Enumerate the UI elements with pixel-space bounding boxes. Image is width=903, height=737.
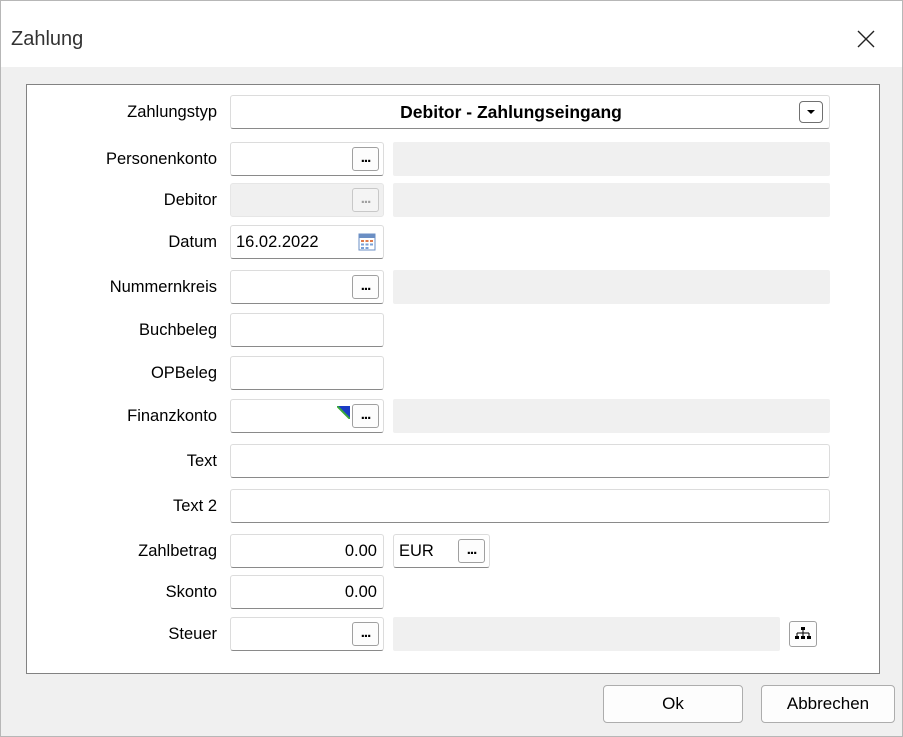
label-datum: Datum <box>168 233 217 251</box>
label-opbeleg: OPBeleg <box>150 364 217 382</box>
row-steuer: Steuer ... <box>27 617 879 651</box>
form-panel: Zahlungstyp Debitor - Zahlungseingang Pe… <box>26 84 880 674</box>
finanzkonto-input[interactable]: ... <box>230 399 384 433</box>
label-personenkonto: Personenkonto <box>106 150 217 168</box>
opbeleg-input[interactable] <box>230 356 384 390</box>
steuer-input[interactable]: ... <box>230 617 384 651</box>
steuer-browse-button[interactable]: ... <box>352 622 379 646</box>
finanzkonto-browse-button[interactable]: ... <box>352 404 379 428</box>
label-text2: Text 2 <box>172 497 217 515</box>
currency-input[interactable]: EUR ... <box>393 534 490 568</box>
debitor-description <box>393 183 830 217</box>
steuer-description <box>393 617 780 651</box>
row-text2: Text 2 <box>27 489 879 523</box>
text2-input[interactable] <box>230 489 830 523</box>
row-zahlungstyp: Zahlungstyp Debitor - Zahlungseingang <box>27 95 879 129</box>
row-finanzkonto: Finanzkonto ... <box>27 399 879 433</box>
personenkonto-input[interactable]: ... <box>230 142 384 176</box>
chevron-down-icon <box>807 110 815 114</box>
zahlungstyp-dropdown-button[interactable] <box>799 101 823 123</box>
label-steuer: Steuer <box>168 625 217 643</box>
title-bar: Zahlung <box>1 1 902 67</box>
personenkonto-browse-button[interactable]: ... <box>352 147 379 171</box>
label-text: Text <box>186 452 217 470</box>
required-indicator-icon <box>336 404 351 424</box>
row-debitor: Debitor ... <box>27 183 879 217</box>
debitor-input: ... <box>230 183 384 217</box>
zahlbetrag-value: 0.00 <box>344 542 377 560</box>
row-opbeleg: OPBeleg <box>27 356 879 390</box>
personenkonto-description <box>393 142 830 176</box>
nummernkreis-browse-button[interactable]: ... <box>352 275 379 299</box>
row-personenkonto: Personenkonto ... <box>27 142 879 176</box>
row-zahlbetrag: Zahlbetrag 0.00 EUR ... <box>27 534 879 568</box>
zahlbetrag-input[interactable]: 0.00 <box>230 534 384 568</box>
payment-dialog: Zahlung Zahlungstyp Debitor - Zahlungsei… <box>0 0 903 737</box>
debitor-browse-button: ... <box>352 188 379 212</box>
label-debitor: Debitor <box>163 191 217 209</box>
close-icon <box>857 30 875 48</box>
cancel-button[interactable]: Abbrechen <box>761 685 895 723</box>
dialog-title: Zahlung <box>11 28 84 50</box>
close-button[interactable] <box>843 19 889 59</box>
finanzkonto-description <box>393 399 830 433</box>
skonto-input[interactable]: 0.00 <box>230 575 384 609</box>
hierarchy-icon <box>795 627 811 639</box>
skonto-value: 0.00 <box>344 583 377 601</box>
row-datum: Datum 16.02.2022 <box>27 225 879 259</box>
nummernkreis-input[interactable]: ... <box>230 270 384 304</box>
currency-value: EUR <box>399 542 434 560</box>
zahlungstyp-select[interactable]: Debitor - Zahlungseingang <box>230 95 830 129</box>
label-finanzkonto: Finanzkonto <box>127 407 217 425</box>
currency-browse-button[interactable]: ... <box>458 539 485 563</box>
datum-input[interactable]: 16.02.2022 <box>230 225 384 259</box>
label-nummernkreis: Nummernkreis <box>109 278 217 296</box>
label-skonto: Skonto <box>165 583 217 601</box>
buchbeleg-input[interactable] <box>230 313 384 347</box>
text-input[interactable] <box>230 444 830 478</box>
label-buchbeleg: Buchbeleg <box>139 321 217 339</box>
row-buchbeleg: Buchbeleg <box>27 313 879 347</box>
label-zahlbetrag: Zahlbetrag <box>138 542 217 560</box>
row-nummernkreis: Nummernkreis ... <box>27 270 879 304</box>
calendar-icon[interactable] <box>358 233 376 256</box>
ok-button[interactable]: Ok <box>603 685 743 723</box>
datum-value: 16.02.2022 <box>236 233 319 251</box>
steuer-tree-button[interactable] <box>789 621 817 647</box>
row-skonto: Skonto 0.00 <box>27 575 879 609</box>
row-text: Text <box>27 444 879 478</box>
label-zahlungstyp: Zahlungstyp <box>127 103 217 121</box>
nummernkreis-description <box>393 270 830 304</box>
zahlungstyp-value: Debitor - Zahlungseingang <box>400 102 622 122</box>
